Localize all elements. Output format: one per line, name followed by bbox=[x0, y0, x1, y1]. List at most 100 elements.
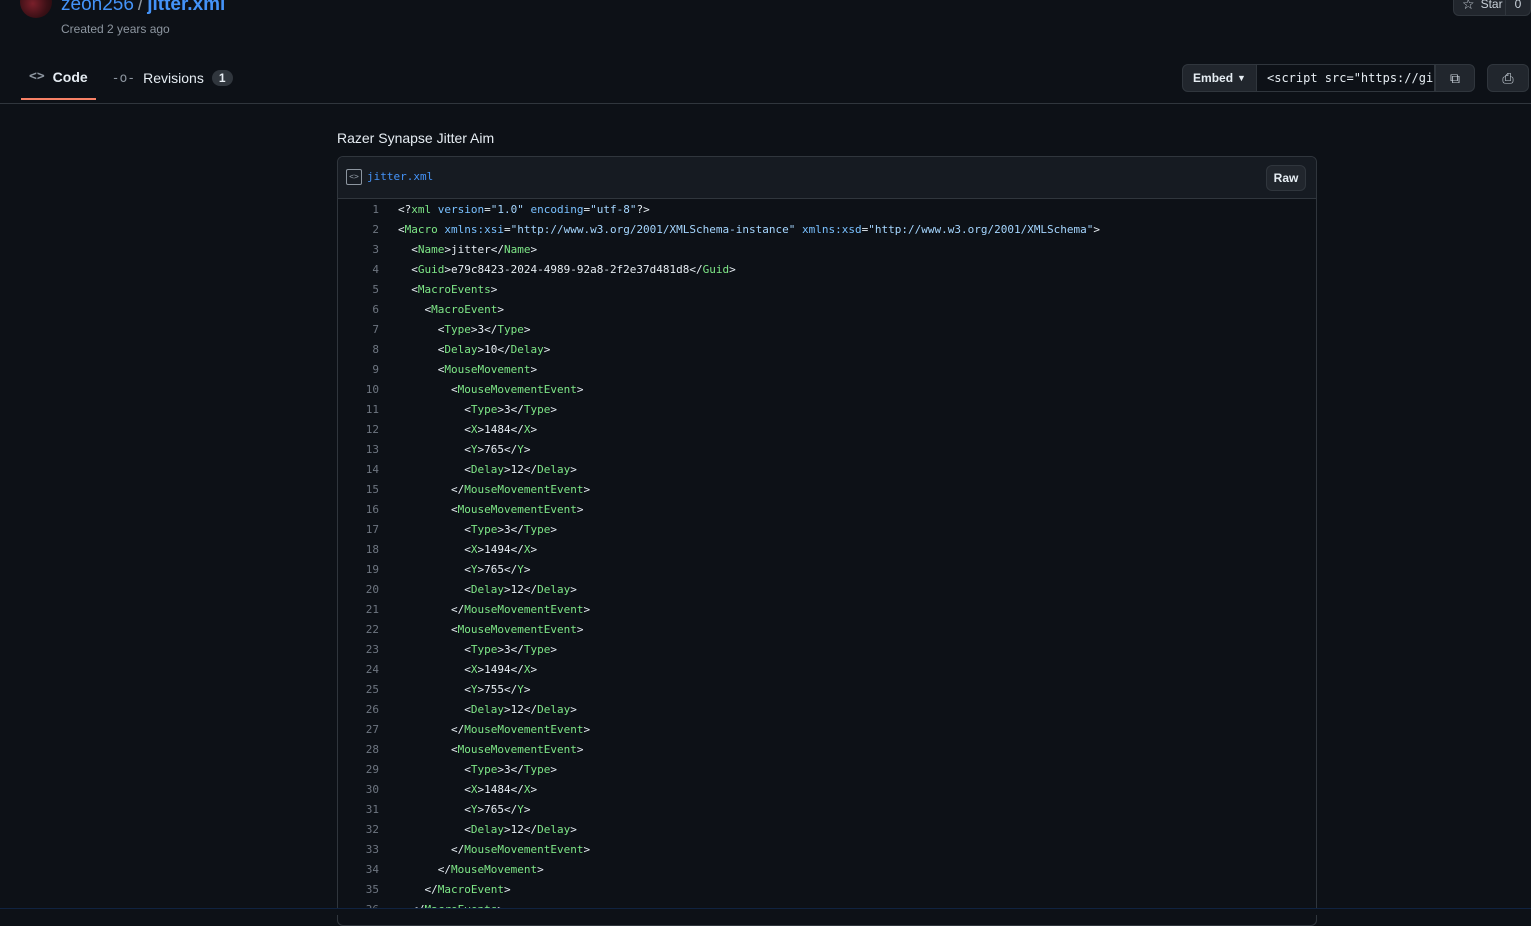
line-content: <Delay>12</Delay> bbox=[398, 820, 577, 840]
code-token: > bbox=[550, 643, 557, 656]
copy-button[interactable]: ⧉ bbox=[1435, 64, 1475, 92]
line-number[interactable]: 16 bbox=[338, 500, 398, 520]
code-line: 33 </MouseMovementEvent> bbox=[338, 840, 1316, 860]
code-token: Delay bbox=[470, 703, 504, 716]
line-number[interactable]: 18 bbox=[338, 540, 398, 560]
code-line: 2 <Macro xmlns:xsi="http://www.w3.org/200… bbox=[338, 220, 1316, 240]
line-content: </MouseMovementEvent> bbox=[398, 600, 590, 620]
line-number[interactable]: 2 bbox=[338, 220, 398, 240]
line-content: </MouseMovementEvent> bbox=[398, 720, 590, 740]
embed-toolbar: Embed ▼ <script src="https://gist ⧉ ⎙ bbox=[1182, 64, 1529, 92]
code-token: Guid bbox=[702, 263, 730, 276]
code-token: Delay bbox=[537, 583, 571, 596]
download-desktop-button[interactable]: ⎙ bbox=[1487, 64, 1529, 92]
title-separator: / bbox=[137, 0, 144, 15]
line-number[interactable]: 7 bbox=[338, 320, 398, 340]
line-number[interactable]: 27 bbox=[338, 720, 398, 740]
line-number[interactable]: 33 bbox=[338, 840, 398, 860]
code-token: >3</ bbox=[497, 643, 524, 656]
gist-tabs: <> Code -o- Revisions 1 bbox=[21, 64, 249, 102]
code-token: "http://www.w3.org/2001/XMLSchema-instan… bbox=[510, 223, 796, 236]
line-number[interactable]: 6 bbox=[338, 300, 398, 320]
line-number[interactable]: 26 bbox=[338, 700, 398, 720]
line-number[interactable]: 32 bbox=[338, 820, 398, 840]
line-number[interactable]: 3 bbox=[338, 240, 398, 260]
line-content: <Delay>12</Delay> bbox=[398, 460, 577, 480]
line-number[interactable]: 4 bbox=[338, 260, 398, 280]
code-token: >755</ bbox=[477, 683, 518, 696]
line-number[interactable]: 34 bbox=[338, 860, 398, 880]
line-content: <Name>jitter</Name> bbox=[398, 240, 537, 260]
line-content: <X>1484</X> bbox=[398, 420, 537, 440]
code-token: "http://www.w3.org/2001/XMLSchema" bbox=[868, 223, 1094, 236]
gist-filename-link[interactable]: jitter.xml bbox=[147, 0, 225, 15]
star-button[interactable]: ☆ Star 0 bbox=[1453, 0, 1531, 16]
code-token: = bbox=[503, 223, 511, 236]
embed-url-input[interactable]: <script src="https://gist bbox=[1257, 64, 1435, 92]
code-token: < bbox=[464, 823, 471, 836]
line-number[interactable]: 30 bbox=[338, 780, 398, 800]
file-name-link[interactable]: jitter.xml bbox=[367, 170, 433, 183]
code-token: < bbox=[464, 423, 471, 436]
code-token: > bbox=[1093, 223, 1101, 236]
line-number[interactable]: 10 bbox=[338, 380, 398, 400]
line-number[interactable]: 25 bbox=[338, 680, 398, 700]
tab-code[interactable]: <> Code bbox=[21, 64, 96, 100]
line-number[interactable]: 22 bbox=[338, 620, 398, 640]
owner-link[interactable]: zeon256 bbox=[61, 0, 134, 15]
tab-revisions[interactable]: -o- Revisions 1 bbox=[104, 64, 241, 92]
line-number[interactable]: 24 bbox=[338, 660, 398, 680]
line-number[interactable]: 28 bbox=[338, 740, 398, 760]
code-line: 18 <X>1494</X> bbox=[338, 540, 1316, 560]
code-token: < bbox=[464, 643, 471, 656]
line-number[interactable]: 21 bbox=[338, 600, 398, 620]
line-content: <MouseMovementEvent> bbox=[398, 620, 583, 640]
line-number[interactable]: 5 bbox=[338, 280, 398, 300]
code-token: > bbox=[497, 303, 504, 316]
code-token: MouseMovementEvent bbox=[464, 603, 584, 616]
line-number[interactable]: 9 bbox=[338, 360, 398, 380]
line-number[interactable]: 20 bbox=[338, 580, 398, 600]
embed-dropdown-button[interactable]: Embed ▼ bbox=[1182, 64, 1257, 92]
line-number[interactable]: 8 bbox=[338, 340, 398, 360]
raw-button[interactable]: Raw bbox=[1266, 165, 1306, 191]
code-token: </ bbox=[450, 483, 465, 496]
line-number[interactable]: 1 bbox=[338, 200, 398, 220]
code-token: xmlns:xsi bbox=[444, 223, 504, 236]
code-token: xmlns:xsd bbox=[802, 223, 862, 236]
line-number[interactable]: 31 bbox=[338, 800, 398, 820]
tab-code-label: Code bbox=[52, 69, 88, 85]
code-line: 3 <Name>jitter</Name> bbox=[338, 240, 1316, 260]
code-icon: <> bbox=[29, 69, 45, 84]
code-token: > bbox=[570, 823, 577, 836]
line-content: </MacroEvent> bbox=[398, 880, 511, 900]
line-number[interactable]: 35 bbox=[338, 880, 398, 900]
code-token: MacroEvents bbox=[417, 283, 491, 296]
line-number[interactable]: 29 bbox=[338, 760, 398, 780]
avatar[interactable] bbox=[20, 0, 52, 18]
line-number[interactable]: 13 bbox=[338, 440, 398, 460]
line-number[interactable]: 23 bbox=[338, 640, 398, 660]
line-number[interactable]: 19 bbox=[338, 560, 398, 580]
line-number[interactable]: 14 bbox=[338, 460, 398, 480]
code-token: >1494</ bbox=[477, 543, 524, 556]
code-line: 32 <Delay>12</Delay> bbox=[338, 820, 1316, 840]
line-number[interactable]: 11 bbox=[338, 400, 398, 420]
code-token: >765</ bbox=[477, 563, 518, 576]
line-number[interactable]: 17 bbox=[338, 520, 398, 540]
line-number[interactable]: 15 bbox=[338, 480, 398, 500]
line-number[interactable]: 12 bbox=[338, 420, 398, 440]
code-token: < bbox=[464, 563, 471, 576]
file-container: <> jitter.xml Raw 1 <?xml version="1.0" e… bbox=[337, 156, 1317, 926]
star-count: 0 bbox=[1505, 0, 1530, 15]
code-token: > bbox=[583, 843, 591, 856]
